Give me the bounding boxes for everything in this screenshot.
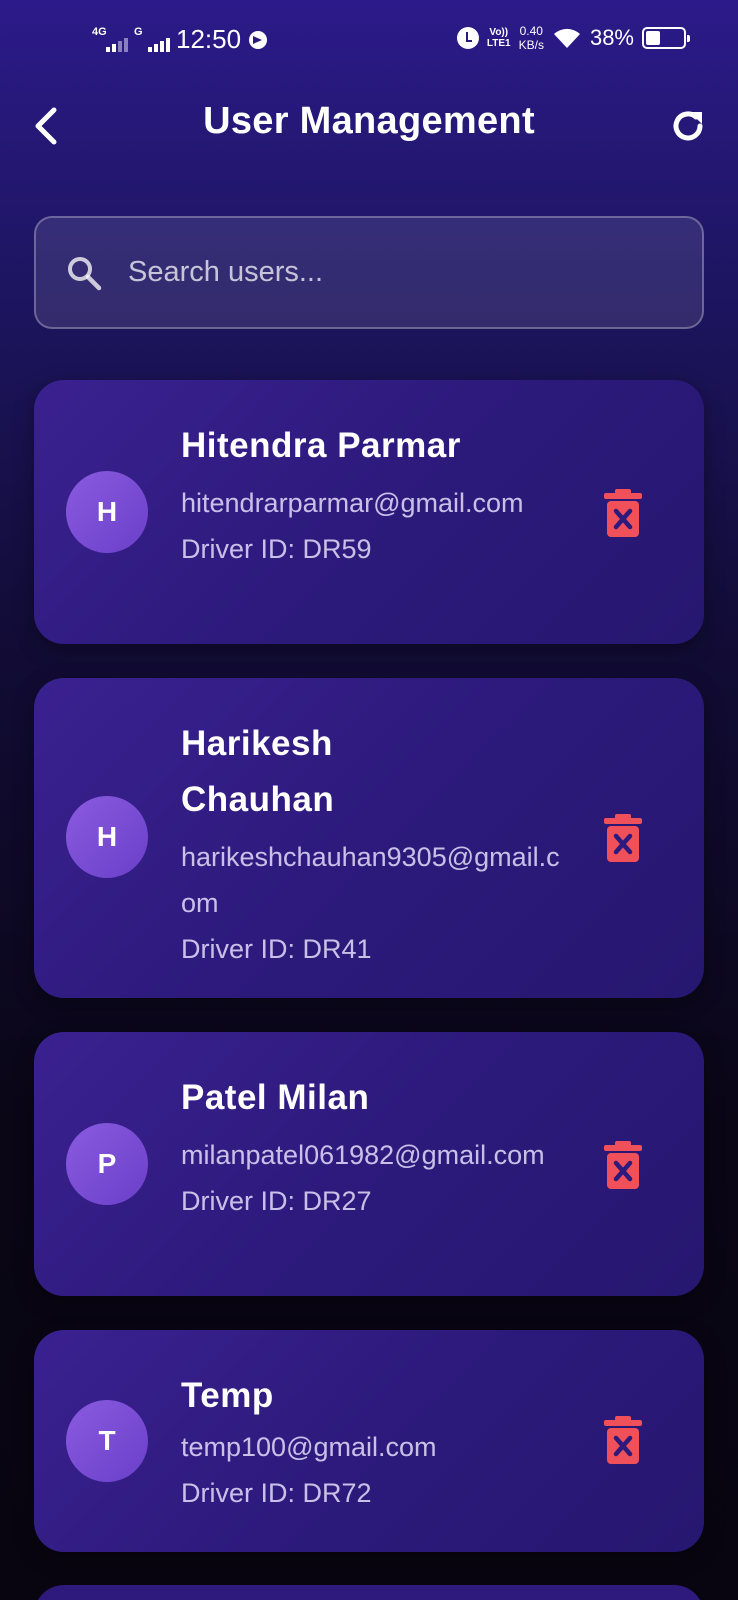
user-name: Temp <box>181 1376 274 1415</box>
network-label: G <box>134 25 143 38</box>
user-email: milanpatel061982@gmail.com <box>181 1140 545 1170</box>
delete-icon[interactable] <box>604 1416 642 1464</box>
user-card-partial[interactable] <box>34 1585 704 1600</box>
wifi-icon <box>553 28 580 48</box>
avatar: H <box>66 471 148 553</box>
user-info: Temp temp100@gmail.com Driver ID: DR72 <box>181 1368 561 1516</box>
user-card[interactable]: H Harikesh Chauhan harikeshchauhan9305@g… <box>34 678 704 998</box>
battery-percentage: 38% <box>589 25 634 50</box>
status-bar: 4G G 12:50 Vo)) LTE1 0.40 KB/s 38% <box>0 0 738 80</box>
volte-top-label: Vo)) <box>489 27 509 38</box>
delete-icon[interactable] <box>604 489 642 537</box>
network-label: 4G <box>92 25 107 38</box>
volte-bottom-label: LTE1 <box>486 38 511 49</box>
network-speed: 0.40 KB/s <box>519 24 544 52</box>
status-right: Vo)) LTE1 0.40 KB/s 38% <box>456 24 690 52</box>
user-email: hitendrarparmar@gmail.com <box>181 488 524 518</box>
user-name: Hitendra Parmar <box>181 426 461 465</box>
driver-id: Driver ID: DR59 <box>181 534 372 564</box>
avatar: T <box>66 1400 148 1482</box>
signal-bars-icon <box>148 37 170 52</box>
user-info: Hitendra Parmar hitendrarparmar@gmail.co… <box>181 418 561 572</box>
status-left: 4G G 12:50 <box>92 24 268 55</box>
signal-bars-icon <box>106 37 128 52</box>
driver-id: Driver ID: DR72 <box>181 1478 372 1508</box>
app-header: User Management <box>0 90 738 160</box>
avatar: P <box>66 1123 148 1205</box>
user-card[interactable]: T Temp temp100@gmail.com Driver ID: DR72 <box>34 1330 704 1552</box>
user-card[interactable]: H Hitendra Parmar hitendrarparmar@gmail.… <box>34 380 704 644</box>
user-info: Patel Milan milanpatel061982@gmail.com D… <box>181 1070 561 1224</box>
user-email: temp100@gmail.com <box>181 1432 437 1462</box>
search-bar[interactable] <box>34 216 704 329</box>
telegram-icon <box>249 30 268 49</box>
page-title: User Management <box>203 100 535 142</box>
user-name: Harikesh Chauhan <box>181 724 335 819</box>
user-info-details: harikeshchauhan9305@gmail.com Driver ID:… <box>181 828 561 972</box>
volte-indicator: Vo)) LTE1 <box>487 27 511 49</box>
battery-icon <box>642 27 690 49</box>
network-g-indicator: G <box>134 26 170 54</box>
battery-level-fill <box>646 31 660 45</box>
search-input[interactable] <box>128 256 702 289</box>
delete-icon[interactable] <box>604 814 642 862</box>
speed-value: 0.40 <box>519 24 543 38</box>
refresh-icon[interactable] <box>666 104 710 148</box>
avatar: H <box>66 796 148 878</box>
speed-unit: KB/s <box>518 38 544 52</box>
driver-id: Driver ID: DR41 <box>181 934 372 964</box>
driver-id: Driver ID: DR27 <box>181 1186 372 1216</box>
delete-icon[interactable] <box>604 1141 642 1189</box>
user-card[interactable]: P Patel Milan milanpatel061982@gmail.com… <box>34 1032 704 1296</box>
user-email: harikeshchauhan9305@gmail.com <box>181 842 560 918</box>
alarm-icon <box>456 27 479 49</box>
search-icon <box>68 256 102 290</box>
clock-time: 12:50 <box>176 24 242 54</box>
network-4g-indicator: 4G <box>92 26 128 54</box>
user-info: Harikesh Chauhan <box>181 716 381 828</box>
user-name: Patel Milan <box>181 1078 370 1117</box>
